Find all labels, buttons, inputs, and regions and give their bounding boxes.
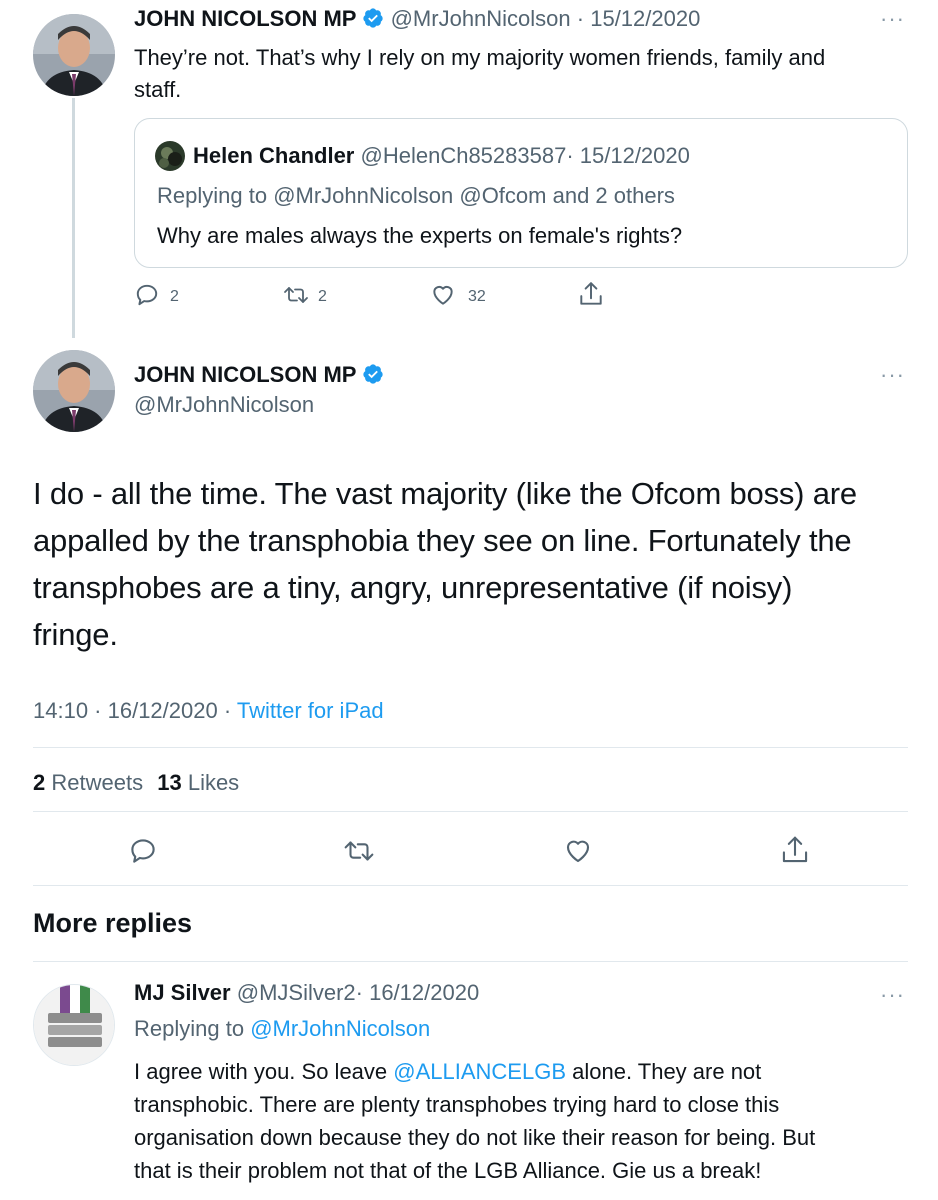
reply-date[interactable]: · 16/12/2020 <box>356 980 480 1005</box>
reply-icon[interactable] <box>134 282 160 313</box>
verified-badge-icon <box>362 363 384 391</box>
avatar[interactable] <box>33 350 115 432</box>
quoted-author-handle: @HelenCh85283587 <box>360 143 567 168</box>
reply-icon[interactable] <box>128 836 158 871</box>
reply-count: 2 <box>170 288 179 305</box>
like-icon[interactable] <box>430 282 456 313</box>
avatar <box>155 141 185 171</box>
verified-badge-icon <box>362 7 384 35</box>
like-total: 13 <box>157 770 182 795</box>
retweets-stat[interactable]: 2 Retweets <box>33 770 149 795</box>
quoted-tweet-date: · 15/12/2020 <box>566 143 690 168</box>
avatar-photo <box>33 350 115 432</box>
retweet-count: 2 <box>318 288 327 305</box>
divider <box>33 961 908 962</box>
replying-to-label: Replying to <box>157 183 274 208</box>
main-tweet-text: appalled by the transphobia they see on … <box>33 523 852 558</box>
reply-text: alone. They are not <box>566 1059 762 1084</box>
replying-to-label: Replying to <box>134 1016 251 1041</box>
thread-line <box>72 98 75 338</box>
avatar[interactable] <box>33 984 115 1066</box>
quoted-author-name: Helen Chandler <box>193 143 355 168</box>
share-icon[interactable] <box>780 834 810 871</box>
replying-to-users: @MrJohnNicolson @Ofcom and 2 others <box>273 183 675 208</box>
divider <box>33 885 908 886</box>
likes-stat[interactable]: 13 Likes <box>157 770 239 795</box>
more-options-icon[interactable]: ··· <box>880 364 905 386</box>
reply-text: organisation down because they do not li… <box>134 1125 816 1150</box>
likes-label: Likes <box>187 770 240 795</box>
divider <box>33 811 908 812</box>
retweets-label: Retweets <box>51 770 144 795</box>
tweet-source[interactable]: Twitter for iPad <box>237 698 384 723</box>
tweet-date[interactable]: · 15/12/2020 <box>577 6 701 31</box>
tweet-text: They’re not. That’s why I rely on my maj… <box>134 45 826 70</box>
like-icon[interactable] <box>563 836 593 871</box>
reply-author-name[interactable]: MJ Silver <box>134 980 231 1005</box>
author-handle[interactable]: @MrJohnNicolson <box>391 6 571 31</box>
avatar-photo <box>33 14 115 96</box>
section-heading: More replies <box>33 908 193 938</box>
main-tweet-text: fringe. <box>33 617 118 652</box>
author-name[interactable]: JOHN NICOLSON MP <box>134 362 356 387</box>
more-options-icon[interactable]: ··· <box>880 8 905 30</box>
tweet-timestamp[interactable]: 14:10 · 16/12/2020 · <box>33 698 237 723</box>
reply-author-handle[interactable]: @MJSilver2 <box>237 980 356 1005</box>
reply-text: transphobic. There are plenty transphobe… <box>134 1092 780 1117</box>
divider <box>33 747 908 748</box>
avatar-photo <box>34 985 114 1065</box>
retweet-total: 2 <box>33 770 46 795</box>
main-tweet-text: transphobes are a tiny, angry, unreprese… <box>33 570 793 605</box>
main-tweet-text: I do - all the time. The vast majority (… <box>33 476 857 511</box>
mention-link[interactable]: @ALLIANCELGB <box>393 1059 566 1084</box>
author-handle[interactable]: @MrJohnNicolson <box>134 392 314 418</box>
quoted-tweet-text: Why are males always the experts on fema… <box>157 223 683 248</box>
author-name[interactable]: JOHN NICOLSON MP <box>134 6 356 31</box>
avatar[interactable] <box>33 14 115 96</box>
share-icon[interactable] <box>578 280 604 313</box>
quoted-tweet[interactable]: Helen Chandler @HelenCh85283587· 15/12/2… <box>134 118 908 268</box>
replying-to-users[interactable]: @MrJohnNicolson <box>250 1016 430 1041</box>
retweet-icon[interactable] <box>342 836 376 871</box>
tweet-text: staff. <box>134 77 182 102</box>
reply-text: I agree with you. So leave <box>134 1059 394 1084</box>
retweet-icon[interactable] <box>282 282 310 313</box>
like-count: 32 <box>468 288 486 305</box>
reply-text: that is their problem not that of the LG… <box>134 1158 762 1183</box>
more-options-icon[interactable]: ··· <box>880 984 905 1006</box>
